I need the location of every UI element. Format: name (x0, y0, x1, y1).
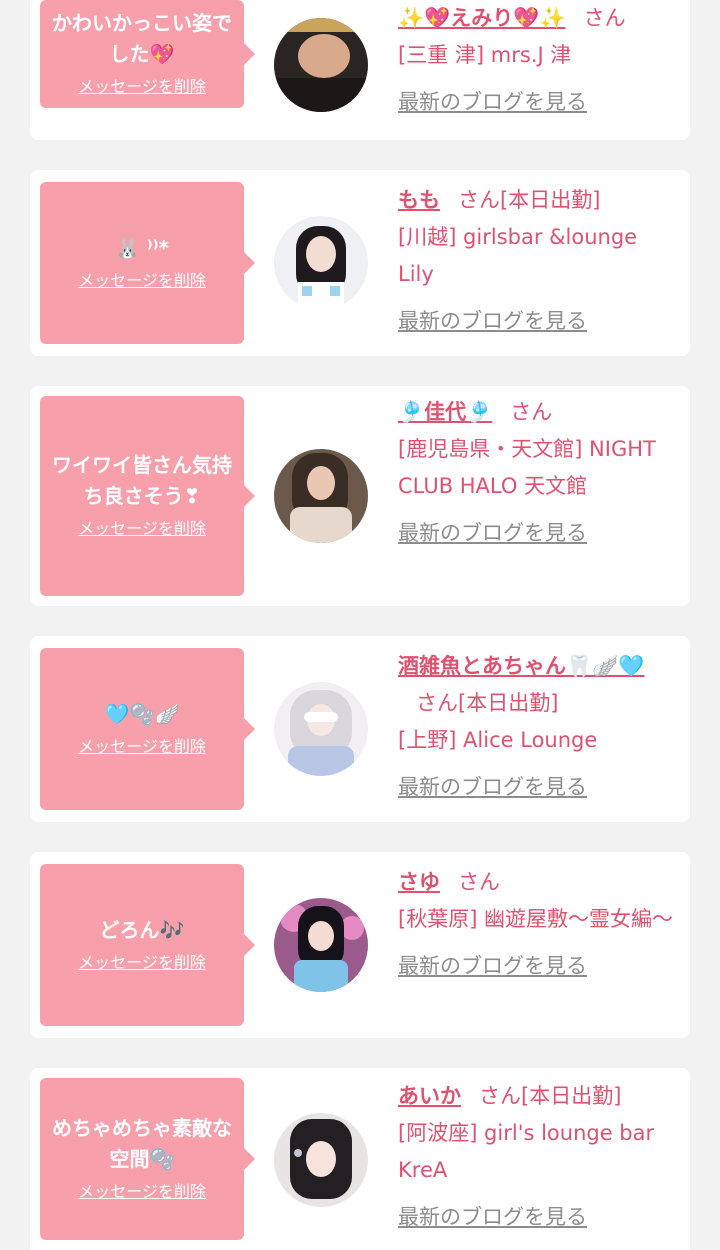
delete-message-link[interactable]: メッセージを削除 (78, 734, 206, 760)
latest-blog-link[interactable]: 最新のブログを見る (398, 775, 587, 799)
shop-label: [秋葉原] 幽遊屋敷〜霊女編〜 (398, 907, 674, 931)
entry-info: 酒雑魚とあちゃん🦷🪽🩵 さん[本日出勤] [上野] Alice Lounge 最新… (398, 648, 678, 806)
message-card: かわいかっこい姿でした💖 メッセージを削除 ✨💖えみり💖✨ さん [三重 津] m… (30, 0, 690, 140)
honorific: さん (510, 400, 553, 424)
message-list: かわいかっこい姿でした💖 メッセージを削除 ✨💖えみり💖✨ さん [三重 津] m… (0, 0, 720, 1250)
message-text: 🐰 ⁾⁾* (115, 235, 169, 260)
latest-blog-link[interactable]: 最新のブログを見る (398, 1205, 587, 1229)
entry-info: さゆ さん [秋葉原] 幽遊屋敷〜霊女編〜 最新のブログを見る (398, 864, 678, 985)
latest-blog-link[interactable]: 最新のブログを見る (398, 521, 587, 545)
status-label: [本日出勤] (521, 1084, 622, 1108)
honorific: さん (416, 691, 458, 715)
message-card: 🐰 ⁾⁾* メッセージを削除 もも さん[本日出勤] [川越] girlsbar … (30, 170, 690, 356)
honorific: さん (458, 188, 500, 212)
cast-name-link[interactable]: ✨💖えみり💖✨ (398, 6, 566, 30)
latest-blog-link[interactable]: 最新のブログを見る (398, 90, 587, 114)
message-card: 🩵🫧🪽 メッセージを削除 酒雑魚とあちゃん🦷🪽🩵 さん[本日出勤] [上野] Al… (30, 636, 690, 822)
shop-label: [鹿児島県・天文館] NIGHT CLUB HALO 天文館 (398, 437, 656, 498)
message-text: かわいかっこい姿でした💖 (52, 11, 232, 66)
honorific: さん (479, 1084, 521, 1108)
cast-name-link[interactable]: もも (398, 188, 440, 212)
delete-message-link[interactable]: メッセージを削除 (78, 1179, 206, 1205)
photo-avatar-icon (274, 216, 368, 310)
message-bubble: 🐰 ⁾⁾* メッセージを削除 (40, 182, 255, 344)
avatar[interactable] (274, 682, 368, 776)
message-bubble: どろん🎶 メッセージを削除 (40, 864, 255, 1026)
photo-avatar-icon (274, 1113, 368, 1207)
message-bubble: かわいかっこい姿でした💖 メッセージを削除 (40, 0, 255, 108)
avatar[interactable] (274, 216, 368, 310)
avatar[interactable] (274, 449, 368, 543)
message-text: どろん🎶 (99, 917, 185, 942)
avatar[interactable] (274, 1113, 368, 1207)
photo-avatar-icon (274, 18, 368, 112)
latest-blog-link[interactable]: 最新のブログを見る (398, 954, 587, 978)
latest-blog-link[interactable]: 最新のブログを見る (398, 309, 587, 333)
message-bubble: 🩵🫧🪽 メッセージを削除 (40, 648, 255, 810)
cast-name-link[interactable]: あいか (398, 1084, 461, 1108)
status-label: [本日出勤] (458, 691, 559, 715)
delete-message-link[interactable]: メッセージを削除 (78, 950, 206, 976)
message-card: めちゃめちゃ素敵な空間🫧 メッセージを削除 あいか さん[本日出勤] [阿波座] … (30, 1068, 690, 1250)
message-bubble: めちゃめちゃ素敵な空間🫧 メッセージを削除 (40, 1078, 255, 1240)
photo-avatar-icon (274, 682, 368, 776)
entry-info: もも さん[本日出勤] [川越] girlsbar &lounge Lily 最新… (398, 182, 678, 340)
shop-label: [三重 津] mrs.J 津 (398, 43, 572, 67)
photo-avatar-icon (274, 449, 368, 543)
delete-message-link[interactable]: メッセージを削除 (78, 74, 206, 100)
avatar[interactable] (274, 18, 368, 112)
cast-name-link[interactable]: 🎐佳代🎐 (398, 400, 492, 424)
cast-name-link[interactable]: さゆ (398, 870, 440, 894)
entry-info: 🎐佳代🎐 さん [鹿児島県・天文館] NIGHT CLUB HALO 天文館 最新… (398, 394, 678, 552)
message-bubble: ワイワイ皆さん気持ち良さそう❣ メッセージを削除 (40, 396, 255, 596)
message-card: ワイワイ皆さん気持ち良さそう❣ メッセージを削除 🎐佳代🎐 さん [鹿児島県・天文… (30, 386, 690, 606)
message-text: 🩵🫧🪽 (104, 701, 180, 726)
entry-info: あいか さん[本日出勤] [阿波座] girl's lounge bar KreA… (398, 1078, 678, 1236)
delete-message-link[interactable]: メッセージを削除 (78, 516, 206, 542)
honorific: さん (583, 6, 626, 30)
photo-avatar-icon (274, 898, 368, 992)
message-text: めちゃめちゃ素敵な空間🫧 (52, 1116, 232, 1171)
cast-name-link[interactable]: 酒雑魚とあちゃん🦷🪽🩵 (398, 654, 644, 678)
entry-info: ✨💖えみり💖✨ さん [三重 津] mrs.J 津 最新のブログを見る (398, 0, 678, 121)
shop-label: [上野] Alice Lounge (398, 728, 598, 752)
message-card: どろん🎶 メッセージを削除 さゆ さん [秋葉原] 幽遊屋敷〜霊女編〜 最新のブロ… (30, 852, 690, 1038)
delete-message-link[interactable]: メッセージを削除 (78, 268, 206, 294)
avatar[interactable] (274, 898, 368, 992)
status-label: [本日出勤] (500, 188, 601, 212)
message-text: ワイワイ皆さん気持ち良さそう❣ (52, 453, 232, 508)
honorific: さん (458, 870, 500, 894)
shop-label: [阿波座] girl's lounge bar KreA (398, 1121, 655, 1182)
shop-label: [川越] girlsbar &lounge Lily (398, 225, 638, 286)
